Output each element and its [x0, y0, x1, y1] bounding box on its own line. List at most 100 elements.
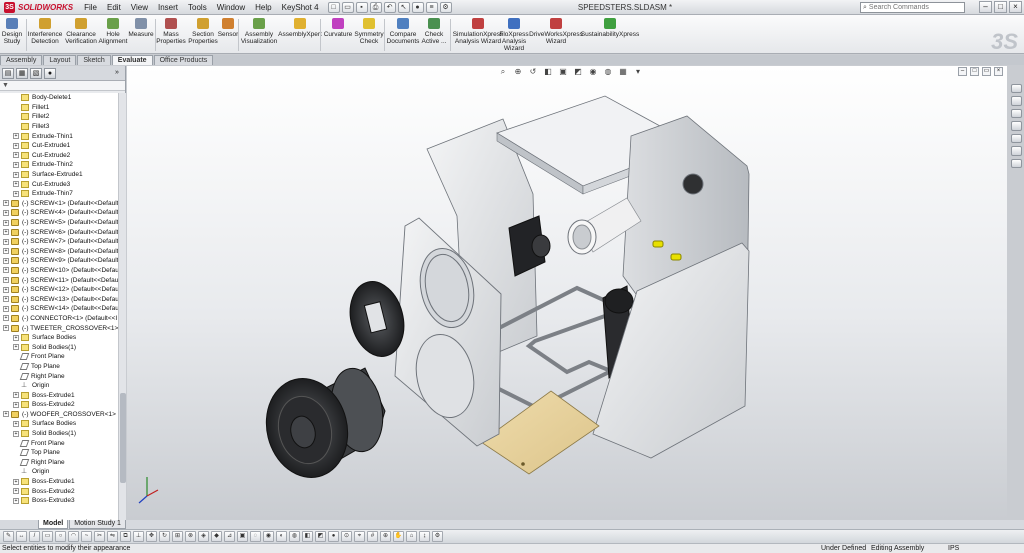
expand-icon[interactable]: + [13, 420, 19, 427]
appearance-icon[interactable]: ◍ [289, 531, 300, 542]
search-results-icon[interactable] [1011, 121, 1022, 131]
appearance-tab-icon[interactable]: ● [44, 68, 56, 79]
tree-item[interactable]: + Surface Bodies [0, 333, 118, 343]
expand-icon[interactable]: + [13, 401, 19, 408]
tree-item[interactable]: Top Plane [0, 362, 118, 372]
cmd-floxpress-analysis-wizard-button[interactable]: FloXpress Analysis Wizard [499, 18, 529, 52]
tree-item[interactable]: + (-) SCREW<1> (Default<<Default [0, 199, 118, 209]
expand-icon[interactable]: + [3, 325, 9, 332]
tab-motion-study[interactable]: Motion Study 1 [69, 520, 126, 529]
custom-properties-icon[interactable] [1011, 158, 1022, 168]
measure-icon[interactable]: ↨ [419, 531, 430, 542]
rectangle-icon[interactable]: ▭ [42, 531, 53, 542]
tree-scrollbar[interactable] [118, 93, 126, 520]
expand-icon[interactable]: + [13, 488, 19, 495]
line-icon[interactable]: / [29, 531, 40, 542]
menu-keyshot[interactable]: KeyShot 4 [277, 0, 324, 15]
rebuild-icon[interactable]: ● [411, 1, 424, 13]
cmd-sustainabilityxpress-button[interactable]: SustainabilityXpress [581, 18, 639, 38]
tree-item[interactable]: + (-) SCREW<10> (Default<<Defau [0, 266, 118, 276]
print-icon[interactable]: ⎙ [369, 1, 382, 13]
expand-icon[interactable]: + [3, 229, 9, 236]
feature-tree-tab-icon[interactable]: ▤ [2, 68, 14, 79]
tree-item[interactable]: + Extrude-Thin1 [0, 131, 118, 141]
file-properties-icon[interactable]: ≡ [425, 1, 438, 13]
tree-item[interactable]: + Solid Bodies(1) [0, 342, 118, 352]
mate-icon[interactable]: ⊗ [185, 531, 196, 542]
tree-item[interactable]: + (-) SCREW<12> (Default<<Defau [0, 285, 118, 295]
tree-item[interactable]: Right Plane [0, 458, 118, 468]
expand-icon[interactable]: + [13, 497, 19, 504]
scroll-thumb[interactable] [120, 393, 126, 483]
menu-edit[interactable]: Edit [102, 0, 126, 15]
options-icon[interactable]: ⚙ [432, 531, 443, 542]
graphics-area[interactable]: ⌕ ⊕ ↺ ◧ ▣ ◩ ◉ ◍ ▦ ▾ – □ ▭ × [127, 66, 1007, 520]
isolate-icon[interactable]: ⊙ [341, 531, 352, 542]
expand-icon[interactable]: + [3, 238, 9, 245]
appearances-icon[interactable] [1011, 146, 1022, 156]
view-palette-icon[interactable] [1011, 133, 1022, 144]
relations-icon[interactable]: ⊥ [133, 531, 144, 542]
menu-insert[interactable]: Insert [153, 0, 183, 15]
menu-tools[interactable]: Tools [183, 0, 212, 15]
tree-item[interactable]: Right Plane [0, 371, 118, 381]
woofer-driver[interactable] [256, 364, 389, 486]
orient-icon[interactable]: ⌂ [406, 531, 417, 542]
exploded-view-icon[interactable]: ◈ [198, 531, 209, 542]
tree-item[interactable]: Top Plane [0, 448, 118, 458]
tree-item[interactable]: Front Plane [0, 438, 118, 448]
display-pane-icon[interactable]: ▣ [237, 531, 248, 542]
expand-icon[interactable]: + [3, 248, 9, 255]
tree-item[interactable]: + (-) SCREW<9> (Default<<Default [0, 256, 118, 266]
tree-item[interactable]: Front Plane [0, 352, 118, 362]
hide-icon[interactable]: ◌ [250, 531, 261, 542]
menu-file[interactable]: File [79, 0, 102, 15]
property-manager-tab-icon[interactable]: ▦ [16, 68, 28, 79]
expand-icon[interactable]: + [3, 209, 9, 216]
file-explorer-icon[interactable] [1011, 108, 1022, 119]
tree-item[interactable]: + (-) SCREW<14> (Default<<Defau [0, 304, 118, 314]
cmd-section-properties-button[interactable]: Section Properties [188, 18, 218, 45]
tab-evaluate[interactable]: Evaluate [111, 55, 153, 65]
expand-icon[interactable]: + [13, 392, 19, 399]
tree-item[interactable]: + (-) SCREW<5> (Default<<Default [0, 218, 118, 228]
menu-help[interactable]: Help [250, 0, 276, 15]
search-input[interactable] [868, 4, 959, 11]
menu-window[interactable]: Window [212, 0, 250, 15]
tree-item[interactable]: Fillet1 [0, 103, 118, 113]
pan-icon[interactable]: ✋ [393, 531, 404, 542]
cmd-hole-alignment-button[interactable]: Hole Alignment [99, 18, 127, 45]
cmd-driveworksxpress-wizard-button[interactable]: DriveWorksXpress Wizard [529, 18, 583, 45]
tree-item[interactable]: + (-) SCREW<4> (Default<<Default [0, 208, 118, 218]
cmd-clearance-verification-button[interactable]: Clearance Verification [65, 18, 97, 45]
mirror-icon[interactable]: ⇋ [107, 531, 118, 542]
tree-item[interactable]: + Boss-Extrude2 [0, 400, 118, 410]
spline-icon[interactable]: ~ [81, 531, 92, 542]
expand-icon[interactable]: + [13, 334, 19, 341]
tree-item[interactable]: + (-) CONNECTOR<1> (Default<<I [0, 314, 118, 324]
open-file-icon[interactable]: ▭ [341, 1, 354, 13]
tree-item[interactable]: + Boss-Extrude3 [0, 496, 118, 506]
cmd-assemblyxpert-button[interactable]: AssemblyXpert [278, 18, 322, 38]
tree-item[interactable]: + (-) SCREW<11> (Default<<Defau [0, 275, 118, 285]
expand-icon[interactable]: + [13, 142, 19, 149]
tree-item[interactable]: + Boss-Extrude1 [0, 390, 118, 400]
cmd-mass-properties-button[interactable]: Mass Properties [156, 18, 186, 45]
new-file-icon[interactable]: □ [327, 1, 340, 13]
tree-item[interactable]: + Boss-Extrude2 [0, 486, 118, 496]
configuration-tab-icon[interactable]: ▧ [30, 68, 42, 79]
tree-item[interactable]: + Solid Bodies(1) [0, 429, 118, 439]
expand-icon[interactable]: + [3, 286, 9, 293]
speaker-assembly-model[interactable] [127, 66, 1007, 520]
arc-icon[interactable]: ◠ [68, 531, 79, 542]
expand-icon[interactable]: + [13, 171, 19, 178]
tree-item[interactable]: + Cut-Extrude2 [0, 151, 118, 161]
tree-item[interactable]: ⊥ Origin [0, 381, 118, 391]
expand-icon[interactable]: + [13, 133, 19, 140]
rotate-icon[interactable]: ↻ [159, 531, 170, 542]
tree-item[interactable]: + Cut-Extrude1 [0, 141, 118, 151]
tree-item[interactable]: ⊥ Origin [0, 467, 118, 477]
section-icon[interactable]: ◩ [315, 531, 326, 542]
status-units[interactable]: IPS [948, 544, 959, 553]
design-library-icon[interactable] [1011, 96, 1022, 106]
